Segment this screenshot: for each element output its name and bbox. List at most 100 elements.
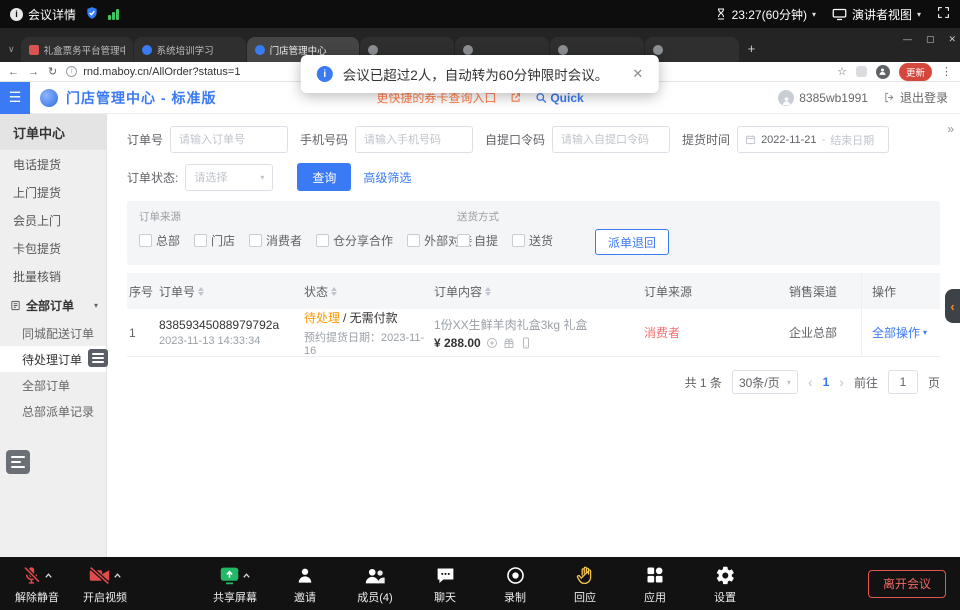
sort-icon[interactable] <box>198 287 204 296</box>
leave-meeting-button[interactable]: 离开会议 <box>868 570 946 598</box>
prev-page-button[interactable]: ‹ <box>808 374 813 390</box>
sidebar-subitem-all-orders[interactable]: 全部订单 <box>0 372 106 398</box>
invite-button[interactable]: 邀请 <box>282 563 328 605</box>
sort-icon[interactable] <box>485 287 491 296</box>
browser-update-button[interactable]: 更新 <box>899 63 932 81</box>
pickup-code-input[interactable] <box>552 126 670 153</box>
phone-input[interactable] <box>355 126 473 153</box>
sidebar-item-phone-pickup[interactable]: 电话提货 <box>0 150 106 178</box>
checkbox-self-pickup[interactable]: 自提 <box>457 232 498 249</box>
status-select-value: 请选择 <box>194 169 227 185</box>
row-action-dropdown[interactable]: 全部操作 ▾ <box>872 324 927 341</box>
chevron-down-icon: ▾ <box>94 301 98 310</box>
tab-search-icon[interactable]: ∨ <box>8 44 15 55</box>
table-row: 1 83859345088979792a 2023-11-13 14:33:34… <box>127 309 940 357</box>
logout-button[interactable]: 退出登录 <box>884 89 948 106</box>
security-shield-icon[interactable] <box>85 6 99 23</box>
user-account[interactable]: 8385wb1991 <box>778 90 868 106</box>
sidebar-subitem-city-delivery[interactable]: 同城配送订单 <box>0 320 106 346</box>
chevron-up-icon[interactable] <box>113 571 122 580</box>
page-unit-label: 页 <box>928 374 940 391</box>
header-status[interactable]: 状态 <box>304 283 434 300</box>
sort-icon[interactable] <box>331 287 337 296</box>
checkbox-store[interactable]: 门店 <box>194 232 235 249</box>
app-sidebar: 订单中心 电话提货 上门提货 会员上门 卡包提货 批量核销 全部订单 ▾ 同城配… <box>0 114 107 557</box>
checkbox-icon <box>457 234 470 247</box>
extensions-icon[interactable] <box>856 66 867 77</box>
sidebar-item-card-pickup[interactable]: 卡包提货 <box>0 234 106 262</box>
browser-menu-dots-icon[interactable]: ⋮ <box>941 65 952 78</box>
back-icon[interactable]: ← <box>8 66 19 78</box>
logout-icon <box>884 92 895 103</box>
sidebar-toggle-button[interactable]: ☰ <box>0 82 30 114</box>
status-badge: 待处理 <box>304 311 340 325</box>
view-mode-dropdown[interactable]: 演讲者视图 ▾ <box>832 6 921 23</box>
order-status-select[interactable]: 请选择 ▾ <box>185 164 273 191</box>
header-content[interactable]: 订单内容 <box>434 283 644 300</box>
panel-collapse-icon[interactable]: » <box>947 122 954 136</box>
order-no-input[interactable] <box>170 126 288 153</box>
search-button[interactable]: 查询 <box>297 163 351 191</box>
tab-favicon <box>558 45 568 55</box>
unmute-button[interactable]: 解除静音 <box>14 563 60 605</box>
page-size-select[interactable]: 30条/页 ▾ <box>732 370 798 394</box>
apps-grid-icon <box>645 565 665 585</box>
new-tab-button[interactable]: + <box>748 41 756 56</box>
meeting-details-button[interactable]: i 会议详情 <box>10 6 76 23</box>
apps-button[interactable]: 应用 <box>632 563 678 605</box>
sidebar-item-door-pickup[interactable]: 上门提货 <box>0 178 106 206</box>
site-info-icon[interactable]: i <box>66 66 77 77</box>
order-status-label: 订单状态: <box>127 169 178 186</box>
meeting-timer-dropdown[interactable]: 23:27(60分钟) ▾ <box>715 6 816 23</box>
browser-tab[interactable] <box>645 37 739 62</box>
chat-button[interactable]: 聊天 <box>422 563 468 605</box>
chevron-down-icon: ▾ <box>260 173 264 182</box>
sidebar-group-all-orders[interactable]: 全部订单 ▾ <box>0 290 106 320</box>
record-button[interactable]: 录制 <box>492 563 538 605</box>
floating-list-button[interactable] <box>6 450 30 474</box>
fullscreen-icon[interactable] <box>937 6 950 22</box>
right-panel-collapse-handle[interactable]: ‹ <box>945 289 960 323</box>
window-close-icon[interactable]: ✕ <box>948 34 956 45</box>
share-screen-button[interactable]: 共享屏幕 <box>212 563 258 605</box>
forward-icon[interactable]: → <box>28 66 39 78</box>
browser-profile-avatar[interactable] <box>876 65 890 79</box>
checkbox-consumer[interactable]: 消费者 <box>249 232 302 249</box>
browser-tab[interactable]: 礼盒票务平台管理中心 <box>21 37 133 62</box>
header-order-no[interactable]: 订单号 <box>159 283 304 300</box>
start-video-button[interactable]: 开启视频 <box>82 563 128 605</box>
reactions-button[interactable]: 回应 <box>562 563 608 605</box>
checkbox-delivery[interactable]: 送货 <box>512 232 553 249</box>
view-mode-label: 演讲者视图 <box>852 6 912 23</box>
sidebar-section-order-center: 订单中心 <box>0 114 106 150</box>
browser-tab[interactable]: 系统培训学习 <box>134 37 246 62</box>
window-minimize-icon[interactable]: — <box>903 34 912 45</box>
tab-title: 系统培训学习 <box>157 43 214 57</box>
window-maximize-icon[interactable]: ▢ <box>926 34 935 45</box>
chevron-down-icon: ▾ <box>923 328 927 337</box>
info-icon: i <box>10 8 23 21</box>
settings-button[interactable]: 设置 <box>702 563 748 605</box>
external-link-icon <box>510 92 521 103</box>
goto-page-input[interactable] <box>888 370 918 394</box>
sidebar-item-batch-verify[interactable]: 批量核销 <box>0 262 106 290</box>
sidebar-drag-handle[interactable] <box>88 349 108 367</box>
sidebar-subitem-hq-dispatch[interactable]: 总部派单记录 <box>0 398 106 424</box>
current-page[interactable]: 1 <box>823 375 830 389</box>
chevron-up-icon[interactable] <box>242 571 251 580</box>
checkbox-hq[interactable]: 总部 <box>139 232 180 249</box>
sidebar-item-member-visit[interactable]: 会员上门 <box>0 206 106 234</box>
delivery-method-label: 送货方式 <box>457 209 577 224</box>
dispatch-return-button[interactable]: 派单退回 <box>595 229 669 255</box>
chevron-up-icon[interactable] <box>44 571 53 580</box>
advanced-filter-link[interactable]: 高级筛选 <box>363 169 411 186</box>
bookmark-star-icon[interactable]: ☆ <box>837 65 847 78</box>
checkbox-warehouse-coop[interactable]: 仓分享合作 <box>316 232 393 249</box>
members-button[interactable]: 成员(4) <box>352 563 398 605</box>
refresh-icon[interactable]: ↻ <box>48 65 57 78</box>
toast-close-icon[interactable]: ✕ <box>632 66 643 82</box>
source-filter-panel: 订单来源 总部 门店 消费者 仓分享合作 外部对接 送货方式 自提 送货 <box>127 201 940 265</box>
checkbox-icon <box>512 234 525 247</box>
date-range-picker[interactable]: 2022-11-21 - 结束日期 <box>737 126 889 153</box>
next-page-button[interactable]: › <box>839 374 844 390</box>
